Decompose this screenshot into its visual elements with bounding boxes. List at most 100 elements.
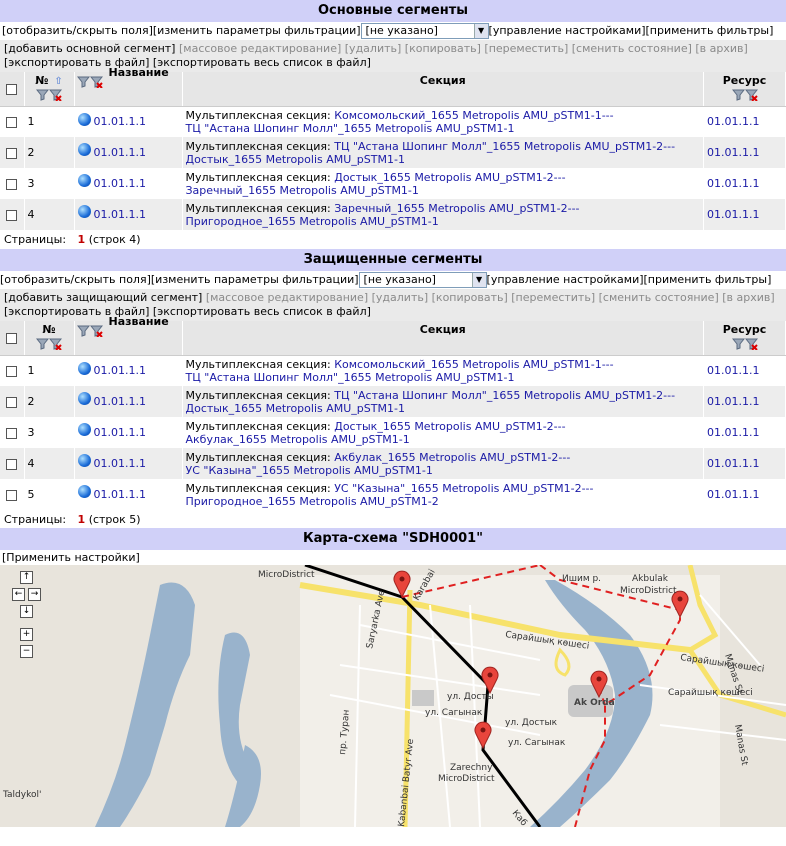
zoom-out-button[interactable]: − — [20, 645, 33, 658]
select-all-checkbox[interactable] — [6, 83, 18, 95]
funnel-icon[interactable] — [76, 324, 90, 337]
row-section-link[interactable]: ТЦ "Астана Шопинг Молл"_1655 Metropolis … — [334, 389, 675, 402]
row-checkbox[interactable] — [6, 116, 18, 128]
manage-settings-link[interactable]: [управление настройками] — [489, 24, 646, 37]
funnel-clear-icon[interactable] — [744, 88, 758, 101]
row-checkbox[interactable] — [6, 427, 18, 439]
num-header: № — [24, 321, 75, 356]
row-name-link[interactable]: 01.01.1.1 — [94, 488, 146, 501]
row-section-link[interactable]: Комсомольский_1655 Metropolis AMU_pSTM1-… — [334, 358, 613, 371]
row-select-cell — [0, 417, 25, 448]
row-section-link[interactable]: УС "Казына"_1655 Metropolis AMU_pSTM1-1 — [186, 464, 433, 477]
num-header-label: № — [35, 74, 49, 87]
map-canvas[interactable]: MicroDistrict Ишим р. Akbulak MicroDistr… — [0, 565, 786, 827]
row-checkbox[interactable] — [6, 209, 18, 221]
row-resource-link[interactable]: 01.01.1.1 — [707, 395, 759, 408]
filter-select[interactable]: [не указано] ▼ — [360, 23, 489, 39]
row-section-link[interactable]: Достык_1655 Metropolis AMU_pSTM1-2--- — [334, 171, 565, 184]
row-section-link[interactable]: Достык_1655 Metropolis AMU_pSTM1-2--- — [334, 420, 565, 433]
row-num: 5 — [24, 479, 75, 510]
row-section-link[interactable]: Акбулак_1655 Metropolis AMU_pSTM1-2--- — [334, 451, 570, 464]
apply-filters-link[interactable]: [применить фильтры] — [646, 24, 774, 37]
row-resource-link[interactable]: 01.01.1.1 — [707, 146, 759, 159]
row-name-link[interactable]: 01.01.1.1 — [94, 364, 146, 377]
export-all-link[interactable]: [экспортировать весь список в файл] — [153, 305, 371, 318]
row-resource-link[interactable]: 01.01.1.1 — [707, 488, 759, 501]
row-section-link[interactable]: Комсомольский_1655 Metropolis AMU_pSTM1-… — [334, 109, 613, 122]
funnel-clear-icon[interactable] — [89, 324, 103, 337]
row-name-link[interactable]: 01.01.1.1 — [94, 426, 146, 439]
row-checkbox[interactable] — [6, 396, 18, 408]
funnel-clear-icon[interactable] — [744, 337, 758, 350]
row-section-link[interactable]: Заречный_1655 Metropolis AMU_pSTM1-2--- — [334, 202, 579, 215]
funnel-icon[interactable] — [36, 337, 49, 350]
name-header-label: Название — [108, 315, 169, 328]
row-name-cell: 01.01.1.1 — [74, 106, 183, 137]
row-checkbox[interactable] — [6, 458, 18, 470]
row-section-link[interactable]: Акбулак_1655 Metropolis AMU_pSTM1-1 — [186, 433, 410, 446]
row-name-link[interactable]: 01.01.1.1 — [94, 177, 146, 190]
row-section-link[interactable]: УС "Казына"_1655 Metropolis AMU_pSTM1-2-… — [334, 482, 593, 495]
funnel-icon[interactable] — [731, 88, 745, 101]
row-name-link[interactable]: 01.01.1.1 — [94, 208, 146, 221]
row-checkbox[interactable] — [6, 489, 18, 501]
show-hide-fields-link[interactable]: [отобразить/скрыть поля] — [2, 24, 153, 37]
row-name-link[interactable]: 01.01.1.1 — [94, 146, 146, 159]
show-hide-fields-link[interactable]: [отобразить/скрыть поля] — [0, 273, 151, 286]
row-section-link[interactable]: Достык_1655 Metropolis AMU_pSTM1-1 — [186, 402, 405, 415]
export-all-link[interactable]: [экспортировать весь список в файл] — [153, 56, 371, 69]
row-num: 1 — [24, 355, 75, 386]
funnel-icon[interactable] — [36, 88, 49, 101]
apply-map-settings-link[interactable]: [Применить настройки] — [2, 551, 140, 564]
chevron-down-icon[interactable]: ▼ — [473, 24, 488, 38]
row-checkbox[interactable] — [6, 147, 18, 159]
row-resource-link[interactable]: 01.01.1.1 — [707, 208, 759, 221]
row-resource-link[interactable]: 01.01.1.1 — [707, 177, 759, 190]
row-name-link[interactable]: 01.01.1.1 — [94, 457, 146, 470]
row-name-link[interactable]: 01.01.1.1 — [94, 115, 146, 128]
manage-settings-link[interactable]: [управление настройками] — [487, 273, 644, 286]
funnel-icon[interactable] — [76, 75, 90, 88]
funnel-clear-icon[interactable] — [89, 75, 103, 88]
row-section-link[interactable]: Достык_1655 Metropolis AMU_pSTM1-1 — [186, 153, 405, 166]
row-resource-link[interactable]: 01.01.1.1 — [707, 364, 759, 377]
row-section-link[interactable]: Заречный_1655 Metropolis AMU_pSTM1-1 — [186, 184, 419, 197]
row-section-link[interactable]: Пригородное_1655 Metropolis AMU_pSTM1-2 — [186, 495, 439, 508]
main-segments-table: № ⇧ Название Секция Ресурс 1 01.01.1.1 Муль… — [0, 66, 786, 230]
row-resource-link[interactable]: 01.01.1.1 — [707, 426, 759, 439]
row-name-link[interactable]: 01.01.1.1 — [94, 395, 146, 408]
row-section-link[interactable]: ТЦ "Астана Шопинг Молл"_1655 Metropolis … — [186, 371, 515, 384]
row-checkbox[interactable] — [6, 365, 18, 377]
sort-arrow-icon[interactable]: ⇧ — [54, 76, 62, 87]
select-all-checkbox[interactable] — [6, 332, 18, 344]
row-section-link[interactable]: ТЦ "Астана Шопинг Молл"_1655 Metropolis … — [334, 140, 675, 153]
filter-select[interactable]: [не указано] ▼ — [358, 272, 487, 288]
row-select-cell — [0, 106, 25, 137]
chevron-down-icon[interactable]: ▼ — [471, 273, 486, 287]
map-view[interactable]: MicroDistrict Ишим р. Akbulak MicroDistr… — [0, 565, 786, 827]
row-select-cell — [0, 355, 25, 386]
add-protect-segment-link[interactable]: [добавить защищающий сегмент] — [4, 291, 202, 304]
funnel-icon[interactable] — [731, 337, 745, 350]
pager-label: Страницы: — [4, 513, 67, 526]
apply-filters-link[interactable]: [применить фильтры] — [644, 273, 772, 286]
pan-right-button[interactable]: → — [28, 588, 41, 601]
row-resource-link[interactable]: 01.01.1.1 — [707, 457, 759, 470]
map-label: Taldykol' — [2, 790, 41, 800]
add-main-segment-link[interactable]: [добавить основной сегмент] — [4, 42, 175, 55]
change-filter-link[interactable]: [изменить параметры фильтрации] — [151, 273, 359, 286]
change-filter-link[interactable]: [изменить параметры фильтрации] — [153, 24, 361, 37]
pan-up-button[interactable]: ↑ — [20, 571, 33, 584]
zoom-in-button[interactable]: + — [20, 628, 33, 641]
funnel-clear-icon[interactable] — [49, 88, 62, 101]
table-row: 4 01.01.1.1 Мультиплексная секция: Акбулак… — [0, 448, 786, 479]
pager-current-page[interactable]: 1 — [78, 513, 86, 526]
pager-current-page[interactable]: 1 — [78, 233, 86, 246]
row-checkbox[interactable] — [6, 178, 18, 190]
row-section-link[interactable]: Пригородное_1655 Metropolis AMU_pSTM1-1 — [186, 215, 439, 228]
row-section-link[interactable]: ТЦ "Астана Шопинг Молл"_1655 Metropolis … — [186, 122, 515, 135]
pan-left-button[interactable]: ← — [12, 588, 25, 601]
pan-down-button[interactable]: ↓ — [20, 605, 33, 618]
row-resource-link[interactable]: 01.01.1.1 — [707, 115, 759, 128]
funnel-clear-icon[interactable] — [49, 337, 62, 350]
